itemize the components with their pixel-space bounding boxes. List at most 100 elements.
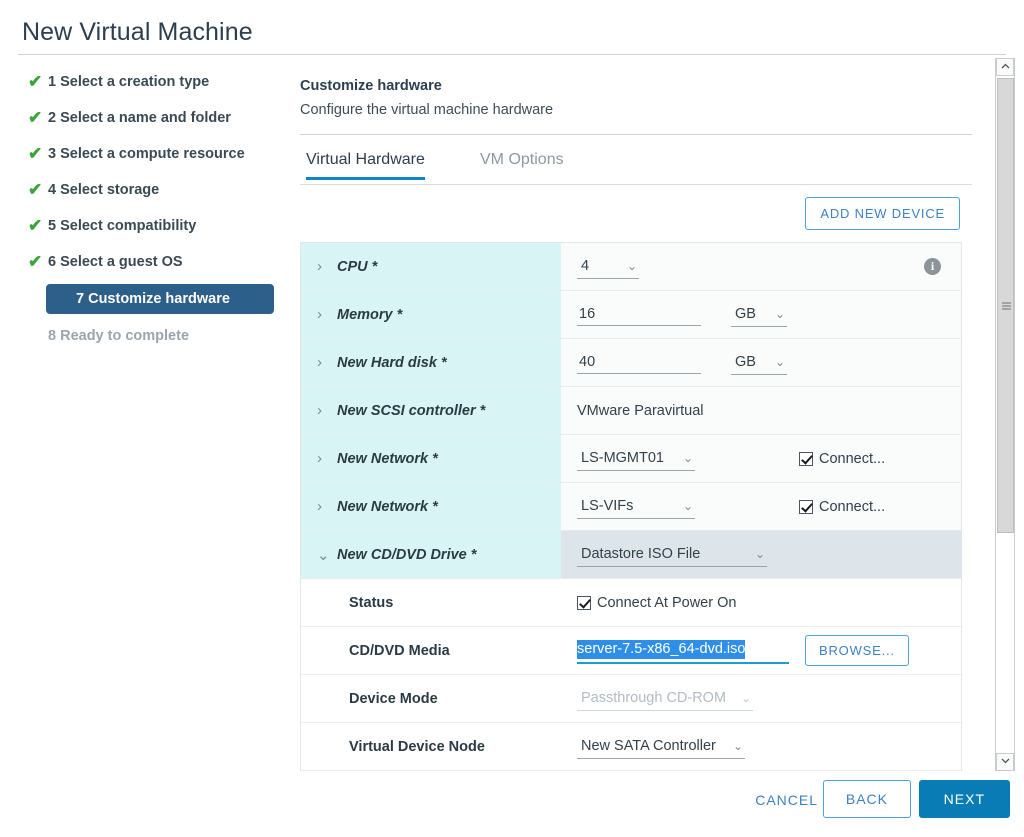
connect-checkbox[interactable]: Connect... xyxy=(799,451,885,467)
chevron-right-icon[interactable]: › xyxy=(317,498,333,515)
hardware-row[interactable]: › New SCSI controller * VMware Paravirtual xyxy=(301,387,961,435)
hardware-row-label: Status xyxy=(349,594,394,611)
dropdown-value: GB xyxy=(735,353,756,370)
wizard-step-1[interactable]: ✔ 1 Select a creation type xyxy=(18,68,290,96)
hardware-row[interactable]: ⌄ New CD/DVD Drive * Datastore ISO File ⌄ xyxy=(301,531,961,579)
hardware-row-label-cell: ⌄ New CD/DVD Drive * xyxy=(301,531,561,578)
section-subheading: Configure the virtual machine hardware xyxy=(300,102,554,118)
wizard-step-label: 2 Select a name and folder xyxy=(48,110,231,126)
wizard-step-6[interactable]: ✔ 6 Select a guest OS xyxy=(18,248,290,276)
info-icon[interactable]: i xyxy=(924,258,941,275)
checkbox-label: Connect At Power On xyxy=(597,594,737,611)
wizard-step-4[interactable]: ✔ 4 Select storage xyxy=(18,176,290,204)
value-dropdown[interactable]: 4 ⌄ xyxy=(577,255,639,279)
scrollbar-thumb[interactable] xyxy=(997,78,1014,533)
network-dropdown[interactable]: LS-VIFs ⌄ xyxy=(577,495,695,519)
hardware-row-label-cell: › New Network * xyxy=(301,483,561,530)
hardware-row[interactable]: ›Memory * GB ⌄ xyxy=(301,291,961,339)
wizard-step-label: 1 Select a creation type xyxy=(48,74,210,90)
hardware-row[interactable]: CD/DVD Media server-7.5-x86_64-dvd.iso BRO… xyxy=(301,627,961,675)
wizard-step-label: 7 Customize hardware xyxy=(76,291,230,307)
hardware-row-value-cell: LS-VIFs ⌄ Connect... xyxy=(561,483,961,530)
checkbox-checked-icon[interactable] xyxy=(799,451,813,466)
hardware-row[interactable]: › New Network * LS-VIFs ⌄ Connect... xyxy=(301,483,961,531)
value-dropdown: Passthrough CD-ROM ⌄ xyxy=(577,687,753,711)
wizard-step-2[interactable]: ✔ 2 Select a name and folder xyxy=(18,104,290,132)
chevron-right-icon[interactable]: › xyxy=(317,450,333,467)
next-button[interactable]: NEXT xyxy=(918,780,1010,818)
hardware-row-label-cell: Device Mode xyxy=(301,675,561,722)
wizard-step-label: 6 Select a guest OS xyxy=(48,254,183,270)
wizard-footer: CANCEL BACK NEXT xyxy=(0,771,1024,837)
hardware-row-label-cell: › CPU * xyxy=(301,243,561,290)
chevron-down-icon: ⌄ xyxy=(626,258,637,273)
content-pane: Customize hardware Configure the virtual… xyxy=(300,60,988,772)
checkbox-checked-icon[interactable] xyxy=(799,499,813,514)
hardware-row[interactable]: Status Connect At Power On xyxy=(301,579,961,627)
hardware-row-value-cell: Datastore ISO File ⌄ xyxy=(561,531,961,578)
wizard-step-7[interactable]: 7 Customize hardware xyxy=(46,284,274,314)
title-divider xyxy=(18,54,1006,55)
dropdown-value: GB xyxy=(735,305,756,322)
wizard-step-label: 3 Select a compute resource xyxy=(48,146,245,162)
step-complete-check-icon: ✔ xyxy=(28,72,43,91)
scroll-down-arrow-icon[interactable] xyxy=(996,753,1014,771)
chevron-right-icon[interactable]: › xyxy=(317,258,333,275)
hardware-row-label-cell: › New SCSI controller * xyxy=(301,387,561,434)
chevron-right-icon[interactable]: › xyxy=(317,402,333,419)
chevron-right-icon[interactable]: › xyxy=(317,306,333,323)
wizard-step-label: 4 Select storage xyxy=(48,182,160,198)
hardware-row-value-cell: 4 ⌄ i xyxy=(561,243,961,290)
connect-at-power-on-checkbox[interactable]: Connect At Power On xyxy=(577,595,736,611)
chevron-down-icon: ⌄ xyxy=(682,498,693,513)
hardware-row-value-cell: server-7.5-x86_64-dvd.iso BROWSE... xyxy=(561,627,961,674)
cd-dvd-media-input[interactable]: server-7.5-x86_64-dvd.iso xyxy=(577,638,789,664)
checkbox-checked-icon[interactable] xyxy=(577,595,591,610)
step-complete-check-icon: ✔ xyxy=(28,144,43,163)
dropdown-value: Datastore ISO File xyxy=(581,545,701,562)
device-node-dropdown[interactable]: New SATA Controller ⌄ xyxy=(577,735,745,759)
scroll-up-arrow-icon[interactable] xyxy=(996,58,1014,76)
tab-virtual-hardware[interactable]: Virtual Hardware xyxy=(306,151,425,180)
wizard-step-3[interactable]: ✔ 3 Select a compute resource xyxy=(18,140,290,168)
cd-dvd-media-value: server-7.5-x86_64-dvd.iso xyxy=(577,639,746,659)
hardware-row-label-cell: Status xyxy=(301,579,561,626)
step-complete-check-icon: ✔ xyxy=(28,180,43,199)
new-vm-wizard: New Virtual Machine ✔ 1 Select a creation… xyxy=(0,0,1024,837)
chevron-down-icon: ⌄ xyxy=(774,354,785,369)
checkbox-label: Connect... xyxy=(819,498,886,515)
hardware-row-value-cell: LS-MGMT01 ⌄ Connect... xyxy=(561,435,961,482)
back-button[interactable]: BACK xyxy=(822,780,911,818)
cancel-button[interactable]: CANCEL xyxy=(749,791,824,809)
chevron-down-icon: ⌄ xyxy=(774,306,785,321)
hardware-row[interactable]: › CPU * 4 ⌄ i xyxy=(301,243,961,291)
hardware-row[interactable]: › New Network * LS-MGMT01 ⌄ Connect... xyxy=(301,435,961,483)
unit-dropdown[interactable]: GB ⌄ xyxy=(731,303,787,327)
cd-source-dropdown[interactable]: Datastore ISO File ⌄ xyxy=(577,543,767,567)
add-device-toolbar: ADD NEW DEVICE xyxy=(300,197,960,230)
hardware-row[interactable]: ›New Hard disk * GB ⌄ xyxy=(301,339,961,387)
numeric-input[interactable] xyxy=(577,351,701,374)
connect-checkbox[interactable]: Connect... xyxy=(799,499,885,515)
hardware-row-value-cell: Passthrough CD-ROM ⌄ xyxy=(561,675,961,722)
numeric-input[interactable] xyxy=(577,303,701,326)
wizard-step-8[interactable]: 8 Ready to complete xyxy=(18,322,290,350)
dropdown-value: New SATA Controller xyxy=(581,737,716,754)
tab-vm-options[interactable]: VM Options xyxy=(480,151,564,177)
browse-button[interactable]: BROWSE... xyxy=(805,635,909,666)
chevron-down-icon[interactable]: ⌄ xyxy=(317,546,333,564)
scrollbar-grip-icon xyxy=(1002,302,1011,309)
hardware-row[interactable]: Virtual Device Node New SATA Controller ⌄ xyxy=(301,723,961,771)
hardware-row[interactable]: Device Mode Passthrough CD-ROM ⌄ xyxy=(301,675,961,723)
network-dropdown[interactable]: LS-MGMT01 ⌄ xyxy=(577,447,695,471)
hardware-row-label-cell: CD/DVD Media xyxy=(301,627,561,674)
static-value: VMware Paravirtual xyxy=(577,402,704,419)
dropdown-value: Passthrough CD-ROM xyxy=(581,689,727,706)
wizard-step-5[interactable]: ✔ 5 Select compatibility xyxy=(18,212,290,240)
chevron-down-icon: ⌄ xyxy=(732,738,743,753)
checkbox-label: Connect... xyxy=(819,450,886,467)
unit-dropdown[interactable]: GB ⌄ xyxy=(731,351,787,375)
add-new-device-button[interactable]: ADD NEW DEVICE xyxy=(805,197,960,230)
chevron-right-icon[interactable]: › xyxy=(317,354,333,371)
content-scrollbar[interactable] xyxy=(995,58,1015,771)
